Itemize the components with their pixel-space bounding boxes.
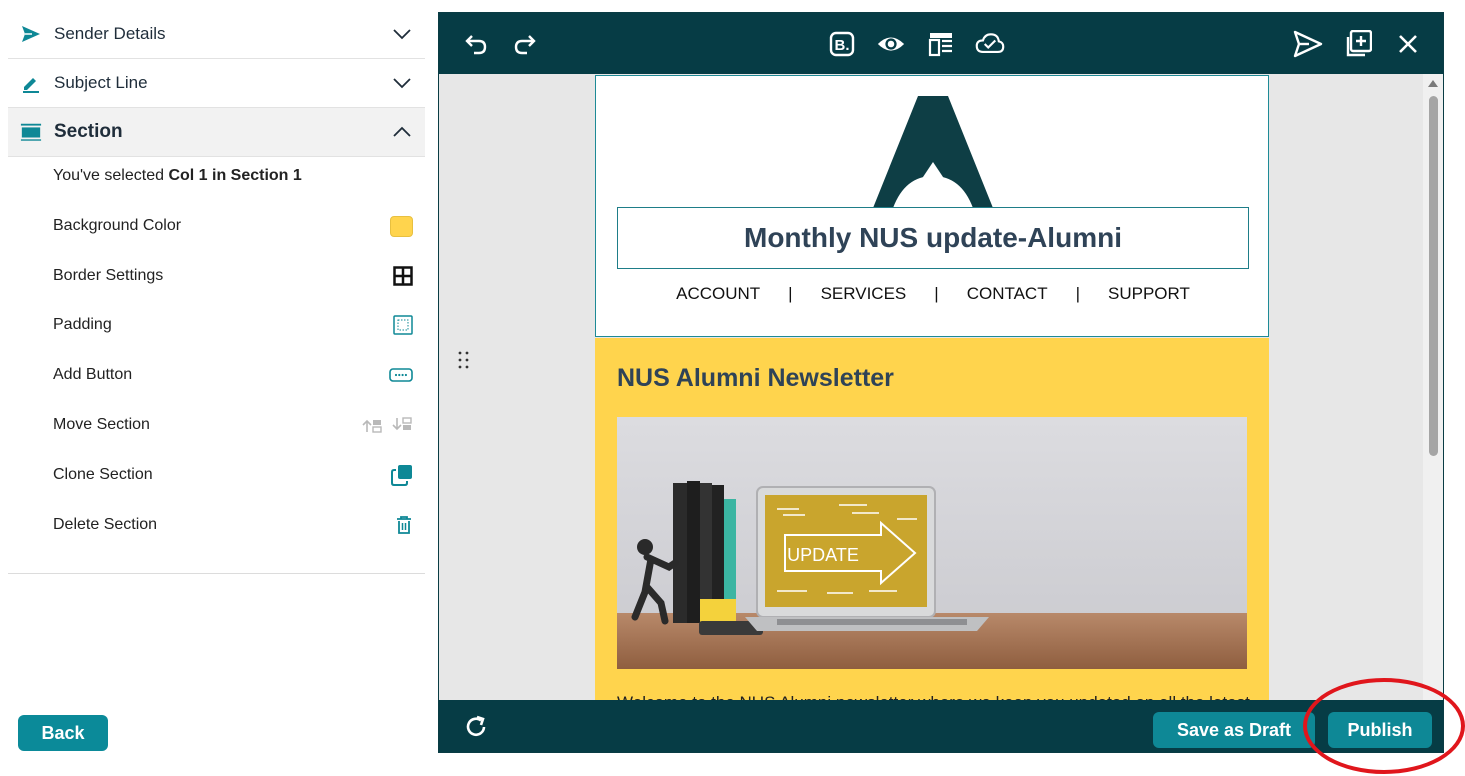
option-label: Delete Section — [53, 516, 158, 533]
highlight-annotation-ring — [1303, 678, 1465, 774]
newsletter-title: NUS Alumni Newsletter — [617, 364, 894, 392]
nav-services[interactable]: SERVICES — [797, 284, 931, 304]
send-test-icon[interactable] — [1293, 29, 1323, 59]
newsletter-section[interactable]: NUS Alumni Newsletter UPDATE — [595, 338, 1269, 702]
option-label: Clone Section — [53, 466, 153, 483]
cloud-save-icon[interactable] — [975, 29, 1005, 59]
button-icon[interactable] — [389, 368, 413, 382]
email-nav: ACCOUNT | SERVICES | CONTACT | SUPPORT — [596, 282, 1270, 306]
editor-toolbar: B. — [439, 13, 1443, 74]
nav-separator: | — [788, 284, 793, 303]
settings-panel: Sender Details Subject Line Section You'… — [8, 10, 425, 776]
padding-icon[interactable] — [393, 315, 413, 335]
email-editor: B. Monthly NUS update-Alumni ACCOUNT | S… — [438, 12, 1444, 753]
nus-logo — [873, 96, 993, 208]
clone-icon[interactable] — [391, 464, 413, 486]
option-delete-section[interactable]: Delete Section — [53, 513, 413, 537]
update-laptop-image[interactable]: UPDATE — [617, 417, 1247, 669]
option-padding[interactable]: Padding — [53, 313, 413, 337]
option-background-color[interactable]: Background Color — [53, 214, 413, 238]
scrollbar[interactable] — [1423, 74, 1443, 702]
selection-target: Col 1 in Section 1 — [168, 167, 302, 184]
email-canvas: Monthly NUS update-Alumni ACCOUNT | SERV… — [439, 74, 1424, 702]
chevron-up-icon[interactable] — [391, 121, 413, 143]
option-label: Border Settings — [53, 267, 164, 284]
layout-icon[interactable] — [926, 29, 956, 59]
accordion-label: Sender Details — [54, 24, 166, 43]
divider — [8, 573, 425, 574]
drag-handle-icon[interactable] — [457, 350, 471, 370]
pencil-icon — [20, 72, 42, 94]
option-label: Background Color — [53, 217, 182, 234]
save-as-draft-button[interactable]: Save as Draft — [1153, 712, 1315, 748]
nav-account[interactable]: ACCOUNT — [652, 284, 784, 304]
image-update-text: UPDATE — [787, 545, 859, 565]
svg-text:B.: B. — [835, 37, 850, 54]
option-add-button[interactable]: Add Button — [53, 363, 413, 387]
option-label: Add Button — [53, 366, 133, 383]
option-label: Move Section — [53, 416, 150, 433]
option-clone-section[interactable]: Clone Section — [53, 463, 413, 487]
nav-separator: | — [934, 284, 939, 303]
option-label: Padding — [53, 316, 112, 333]
trash-icon[interactable] — [395, 515, 413, 535]
add-block-icon[interactable] — [1343, 29, 1373, 59]
back-button[interactable]: Back — [18, 715, 108, 751]
email-header-section[interactable]: Monthly NUS update-Alumni ACCOUNT | SERV… — [595, 75, 1269, 337]
accordion-label: Section — [54, 121, 123, 142]
move-down-icon[interactable] — [391, 416, 413, 434]
selection-info: You've selected Col 1 in Section 1 — [53, 167, 302, 185]
scroll-thumb[interactable] — [1429, 96, 1438, 456]
nav-separator: | — [1075, 284, 1081, 303]
section-icon — [20, 121, 42, 143]
email-title: Monthly NUS update-Alumni — [744, 222, 1122, 253]
scroll-up-icon[interactable] — [1428, 80, 1438, 87]
color-swatch-icon[interactable] — [390, 215, 413, 237]
selection-prefix: You've selected — [53, 167, 169, 184]
preview-eye-icon[interactable] — [876, 29, 906, 59]
option-move-section[interactable]: Move Section — [53, 413, 413, 437]
nav-contact[interactable]: CONTACT — [943, 284, 1072, 304]
chevron-down-icon[interactable] — [391, 72, 413, 94]
app-root: Sender Details Subject Line Section You'… — [0, 0, 1465, 776]
accordion-label: Subject Line — [54, 73, 148, 92]
accordion-subject-line[interactable]: Subject Line — [8, 59, 425, 108]
undo-icon[interactable] — [461, 29, 491, 59]
option-border-settings[interactable]: Border Settings — [53, 264, 413, 288]
move-up-icon[interactable] — [361, 416, 383, 434]
close-icon[interactable] — [1393, 29, 1423, 59]
nav-support[interactable]: SUPPORT — [1084, 284, 1214, 304]
accordion-sender-details[interactable]: Sender Details — [8, 10, 425, 59]
editor-footer: Save as Draft Publish — [439, 700, 1443, 752]
title-box[interactable]: Monthly NUS update-Alumni — [617, 207, 1249, 269]
redo-icon[interactable] — [510, 29, 540, 59]
send-icon — [20, 23, 42, 45]
brand-icon[interactable]: B. — [827, 29, 857, 59]
border-grid-icon[interactable] — [393, 266, 413, 286]
chevron-down-icon[interactable] — [391, 23, 413, 45]
refresh-icon[interactable] — [463, 714, 489, 740]
accordion-section[interactable]: Section — [8, 108, 425, 157]
